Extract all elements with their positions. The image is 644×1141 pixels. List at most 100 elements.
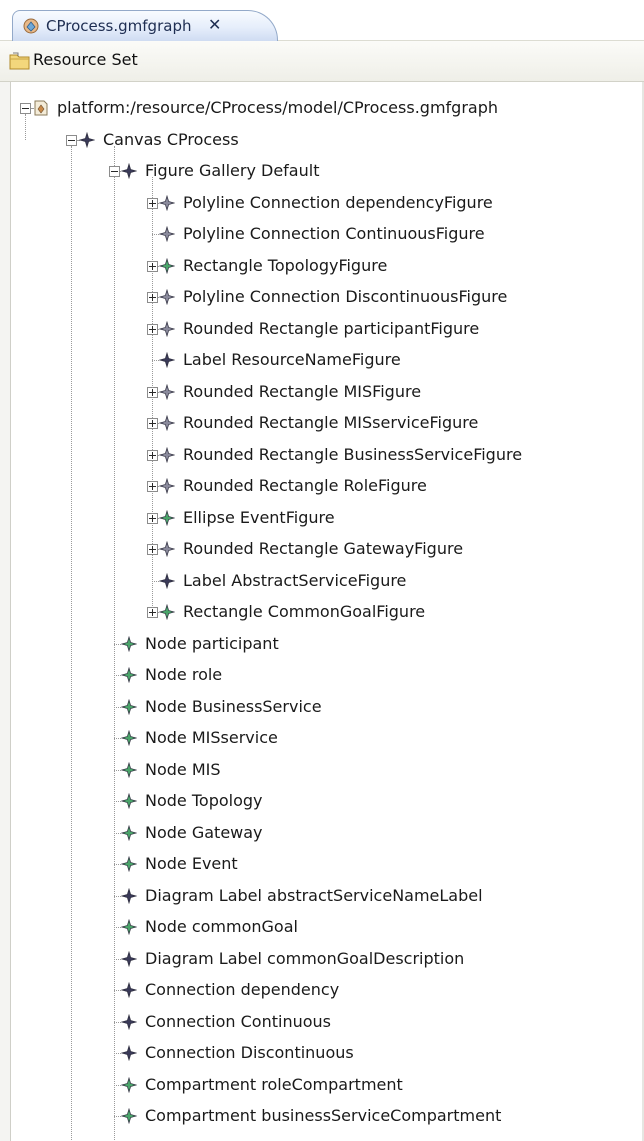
resource-set-header: Resource Set [0, 41, 644, 82]
tree-node-label: Diagram Label commonGoalDescription [145, 948, 465, 968]
tree-node-label: Node Gateway [145, 822, 263, 842]
tree-node-element[interactable]: Node BusinessService [11, 692, 642, 722]
tree-node-label: Rounded Rectangle MISserviceFigure [183, 413, 479, 432]
collapse-toggle-icon[interactable] [66, 134, 77, 146]
tree-node-label: Diagram Label abstractServiceNameLabel [145, 885, 483, 905]
tree-node-diamond-icon [159, 352, 175, 368]
tree-node-figure[interactable]: Rounded Rectangle RoleFigure [11, 471, 642, 501]
tree-node-figure[interactable]: Ellipse EventFigure [11, 503, 642, 533]
tree-node-label: Node Event [145, 854, 238, 873]
tree-node-root[interactable]: platform:/resource/CProcess/model/CProce… [11, 93, 642, 123]
tab-close-icon[interactable]: ✕ [208, 16, 221, 34]
tree-node-element[interactable]: Diagram Label commonGoalDescription [11, 944, 642, 974]
tree-node-diamond-icon [159, 572, 175, 589]
tree-node-figure[interactable]: Rounded Rectangle GatewayFigure [11, 534, 642, 564]
tree-node-diamond-icon [159, 289, 175, 305]
tree-node-diamond-icon [121, 635, 137, 652]
tree-node-label: Node participant [145, 633, 279, 653]
tree-node-element[interactable]: Connection Continuous [11, 1007, 642, 1037]
tree-node-label: Polyline Connection DiscontinuousFigure [183, 287, 508, 306]
tree-node-diamond-icon [159, 446, 175, 463]
tree-node-element[interactable]: Node Gateway [11, 818, 642, 848]
tree-node-label: platform:/resource/CProcess/model/CProce… [57, 98, 498, 117]
collapse-toggle-icon[interactable] [20, 103, 31, 114]
collapse-toggle-icon[interactable] [109, 166, 120, 177]
tree-node-element[interactable]: Node commonGoal [11, 912, 642, 942]
tree-node-diamond-icon [121, 824, 137, 841]
expand-toggle-icon[interactable] [147, 449, 158, 461]
tree-node-label: Label AbstractServiceFigure [183, 570, 407, 590]
tree-node-diamond-icon [159, 541, 175, 557]
tree-node-figure[interactable]: Rounded Rectangle BusinessServiceFigure [11, 440, 642, 470]
tree-node-label: Rounded Rectangle BusinessServiceFigure [183, 444, 523, 464]
tree-node-label: Label ResourceNameFigure [183, 350, 401, 369]
tab-title: CProcess.gmfgraph [46, 17, 192, 35]
tree-node-figure[interactable]: Polyline Connection dependencyFigure [11, 188, 642, 218]
resource-set-title: Resource Set [33, 50, 138, 69]
tree-node-element[interactable]: Connection dependency [11, 975, 642, 1005]
tree-node-diamond-icon [121, 1076, 137, 1093]
resource-tree[interactable]: platform:/resource/CProcess/model/CProce… [11, 82, 642, 1141]
tree-node-diamond-icon [159, 509, 175, 526]
expand-toggle-icon[interactable] [147, 292, 158, 303]
expand-toggle-icon[interactable] [147, 386, 158, 398]
expand-toggle-icon[interactable] [147, 323, 158, 335]
tree-node-label: Polyline Connection ContinuousFigure [183, 224, 485, 243]
tree-node-figure[interactable]: Rounded Rectangle participantFigure [11, 314, 642, 344]
tree-node-diamond-icon [121, 667, 137, 683]
tree-node-figure-gallery[interactable]: Figure Gallery Default [11, 156, 642, 186]
tree-node-element[interactable]: Node MISservice [11, 723, 642, 753]
tree-node-figure[interactable]: Rounded Rectangle MISFigure [11, 377, 642, 407]
tree-node-diamond-icon [121, 793, 137, 809]
tree-node-diamond-icon [159, 383, 175, 400]
tree-node-element[interactable]: Compartment roleCompartment [11, 1070, 642, 1100]
tree-node-label: Connection dependency [145, 980, 340, 999]
tree-node-diamond-icon [159, 478, 175, 494]
tree-node-diamond-icon [121, 887, 137, 904]
tree-node-element[interactable]: Node Event [11, 849, 642, 879]
tree-node-element[interactable]: Node Topology [11, 786, 642, 816]
tree-node-diamond-icon [121, 1108, 137, 1124]
expand-toggle-icon[interactable] [147, 607, 158, 618]
tree-node-element[interactable]: Node role [11, 660, 642, 690]
tree-node-figure[interactable]: Polyline Connection DiscontinuousFigure [11, 282, 642, 312]
tree-node-figure[interactable]: Polyline Connection ContinuousFigure [11, 219, 642, 249]
tree-node-figure[interactable]: Rectangle CommonGoalFigure [11, 597, 642, 627]
editor-window: CProcess.gmfgraph ✕ Resource Set platfor… [0, 0, 644, 1141]
tree-node-label: Polyline Connection dependencyFigure [183, 192, 493, 212]
tree-node-diamond-icon [121, 856, 137, 872]
tree-node-label: Ellipse EventFigure [183, 507, 335, 527]
tree-node-element[interactable]: Connection Discontinuous [11, 1038, 642, 1068]
expand-toggle-icon[interactable] [147, 197, 158, 209]
tree-node-figure[interactable]: Label AbstractServiceFigure [11, 566, 642, 596]
tree-node-diamond-icon [121, 1013, 137, 1030]
tree-node-label: Node role [145, 665, 223, 684]
tree-node-label: Node MISservice [145, 728, 278, 747]
expand-toggle-icon[interactable] [147, 481, 158, 492]
tree-node-label: Compartment roleCompartment [145, 1074, 403, 1094]
tree-node-figure[interactable]: Label ResourceNameFigure [11, 345, 642, 375]
tree-node-label: Figure Gallery Default [145, 161, 320, 180]
expand-toggle-icon[interactable] [147, 260, 158, 272]
expand-toggle-icon[interactable] [147, 418, 158, 429]
left-gutter [0, 82, 11, 1141]
resource-set-folder-icon [9, 52, 30, 70]
tree-node-element[interactable]: Diagram Label abstractServiceNameLabel [11, 881, 642, 911]
tree-node-figure[interactable]: Rectangle TopologyFigure [11, 251, 642, 281]
tree-node-figure[interactable]: Rounded Rectangle MISserviceFigure [11, 408, 642, 438]
tree-node-label: Rounded Rectangle MISFigure [183, 381, 422, 401]
tree-node-diamond-icon [159, 226, 175, 242]
gmfgraph-file-icon [23, 18, 39, 34]
tree-node-diamond-icon [159, 257, 175, 274]
gmfgraph-file-icon [34, 100, 48, 116]
expand-toggle-icon[interactable] [147, 512, 158, 524]
expand-toggle-icon[interactable] [147, 544, 158, 555]
tree-node-element[interactable]: Compartment businessServiceCompartment [11, 1101, 642, 1131]
tree-node-label: Rounded Rectangle participantFigure [183, 318, 480, 338]
tree-node-element[interactable]: Node participant [11, 629, 642, 659]
editor-tab-cprocess-gmfgraph[interactable]: CProcess.gmfgraph ✕ [12, 10, 278, 41]
tree-node-diamond-icon [159, 415, 175, 431]
tree-node-canvas[interactable]: Canvas CProcess [11, 125, 642, 155]
tree-node-label: Rounded Rectangle GatewayFigure [183, 539, 464, 558]
tree-node-element[interactable]: Node MIS [11, 755, 642, 785]
